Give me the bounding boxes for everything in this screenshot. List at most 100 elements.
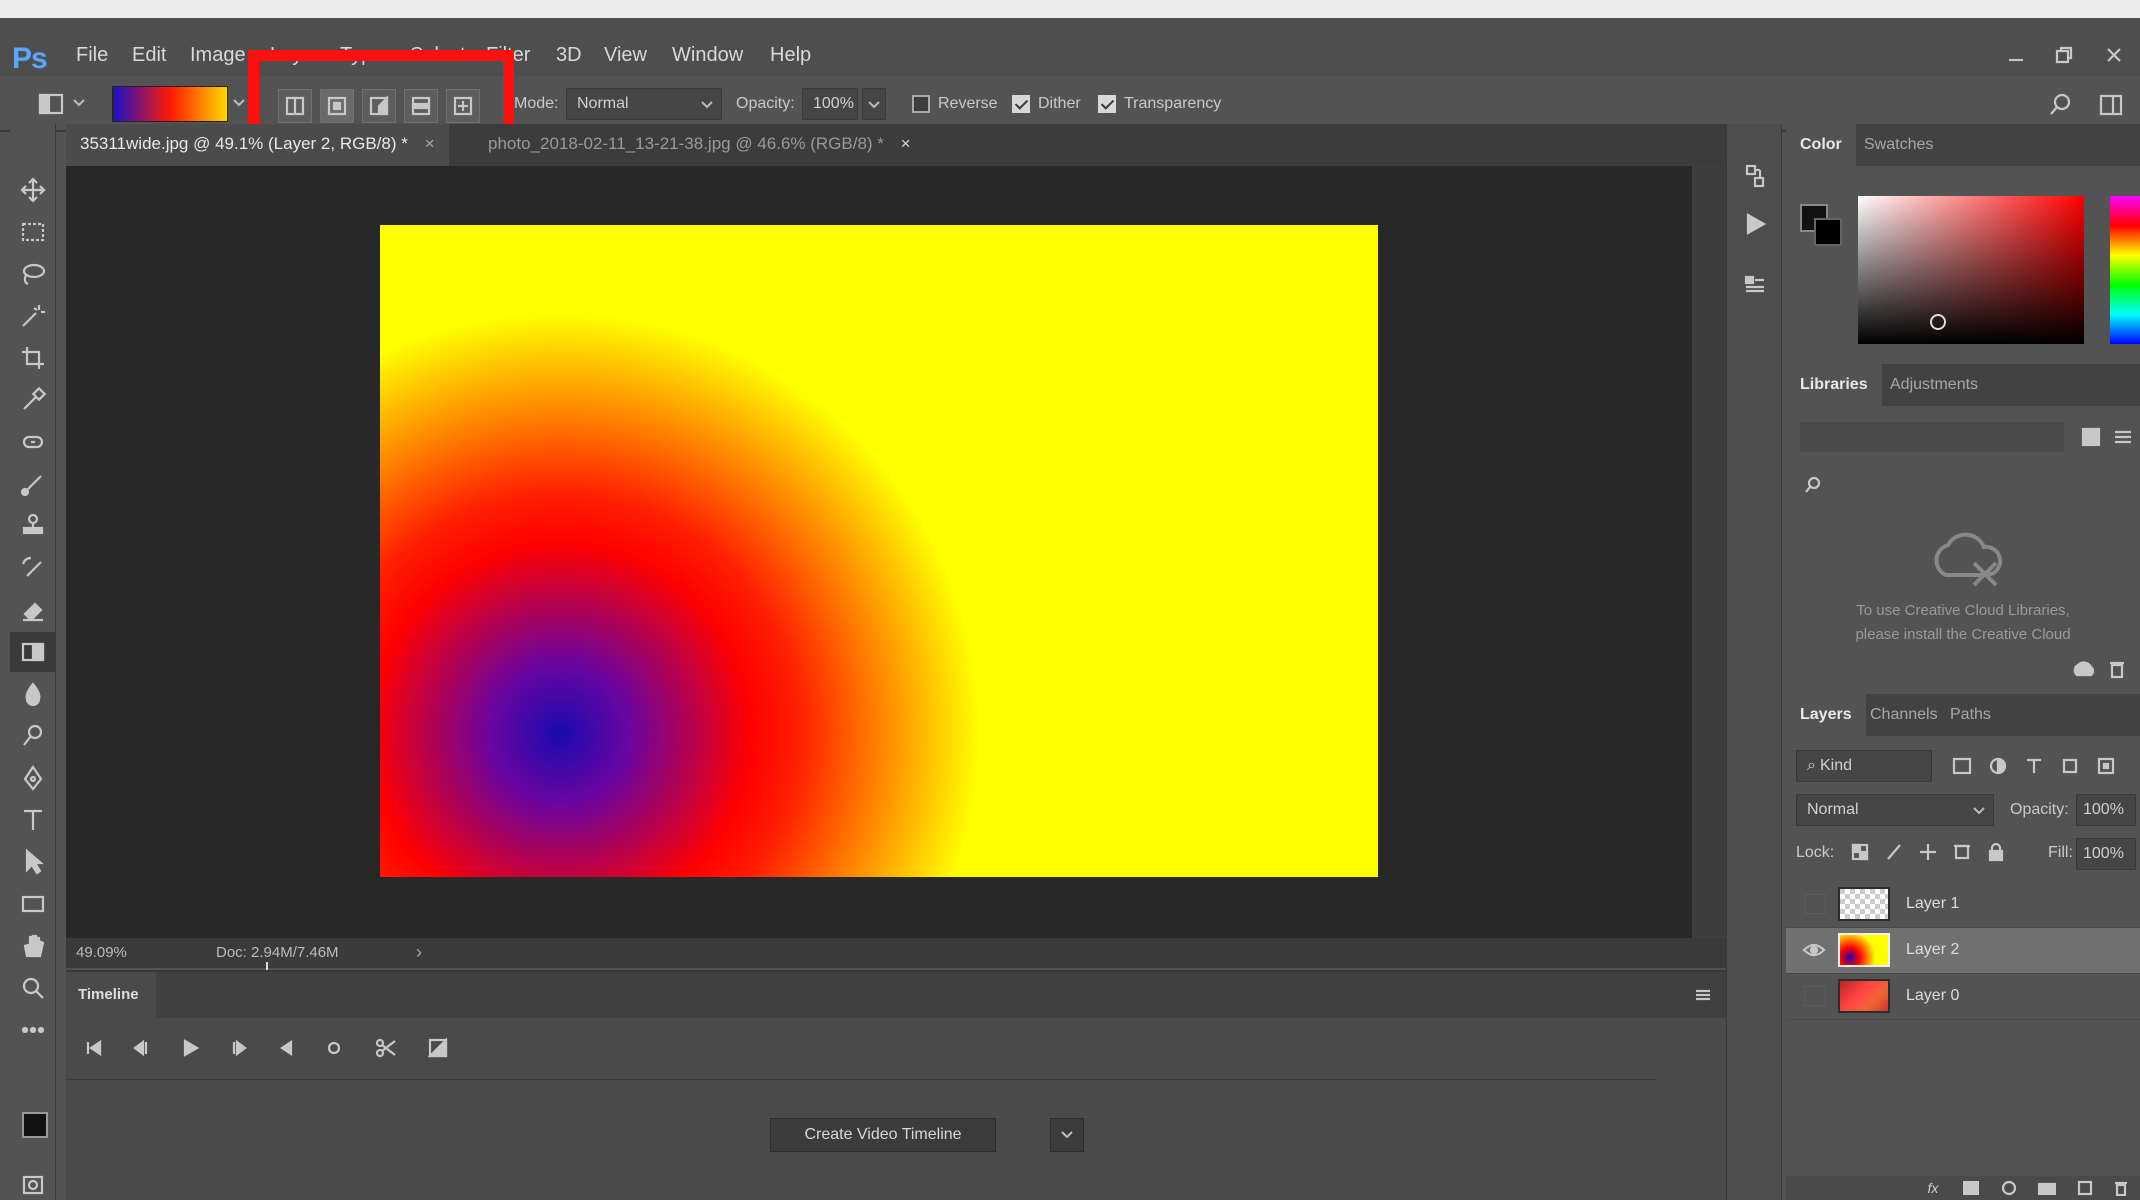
grid-view-icon[interactable] — [2076, 422, 2106, 452]
audio-icon[interactable] — [270, 1032, 302, 1064]
tab-libraries[interactable]: Libraries — [1786, 364, 1882, 406]
eyedropper-icon[interactable] — [10, 380, 56, 420]
panel-menu-icon[interactable] — [1690, 982, 1716, 1008]
tab-adjustments[interactable]: Adjustments — [1876, 364, 1992, 406]
create-video-timeline-button[interactable]: Create Video Timeline — [770, 1118, 996, 1152]
next-frame-icon[interactable] — [222, 1032, 254, 1064]
vertical-scrollbar[interactable] — [1692, 166, 1726, 968]
lock-pixels-icon[interactable] — [1880, 838, 1908, 866]
eye-icon[interactable] — [1800, 940, 1828, 960]
properties-icon[interactable] — [1739, 266, 1771, 302]
actions-play-icon[interactable] — [1739, 206, 1771, 242]
filter-pixel-icon[interactable] — [1948, 752, 1976, 780]
play-icon[interactable] — [174, 1032, 206, 1064]
opacity-dropdown[interactable] — [862, 88, 886, 120]
visibility-toggle[interactable] — [1804, 894, 1826, 914]
menu-file[interactable]: File — [76, 44, 108, 67]
settings-icon[interactable] — [318, 1032, 350, 1064]
healing-brush-icon[interactable] — [10, 422, 56, 462]
reflected-gradient-icon[interactable] — [404, 89, 438, 123]
menu-help[interactable]: Help — [770, 44, 811, 67]
scissors-icon[interactable] — [370, 1032, 402, 1064]
rectangle-tool-icon[interactable] — [10, 884, 56, 924]
hand-tool-icon[interactable] — [10, 926, 56, 966]
filter-type-icon[interactable] — [2020, 752, 2048, 780]
filter-shape-icon[interactable] — [2056, 752, 2084, 780]
type-tool-icon[interactable] — [10, 800, 56, 840]
chevron-right-icon[interactable]: › — [416, 942, 422, 963]
blend-mode-select[interactable]: Normal — [1796, 794, 1994, 826]
path-selection-icon[interactable] — [10, 842, 56, 882]
lock-transparent-icon[interactable] — [1846, 838, 1874, 866]
list-view-icon[interactable] — [2108, 422, 2138, 452]
layer-row-selected[interactable]: Layer 2 — [1786, 928, 2140, 974]
transition-icon[interactable] — [422, 1032, 454, 1064]
history-brush-icon[interactable] — [10, 548, 56, 588]
tab-color[interactable]: Color — [1786, 124, 1856, 166]
first-frame-icon[interactable] — [78, 1032, 110, 1064]
move-tool-icon[interactable] — [10, 170, 56, 210]
close-icon[interactable] — [2096, 40, 2132, 70]
background-color-swatch[interactable] — [1814, 218, 1842, 246]
chevron-down-icon[interactable] — [232, 98, 246, 108]
previous-frame-icon[interactable] — [126, 1032, 158, 1064]
layer-row[interactable]: Layer 0 — [1786, 974, 2140, 1020]
cc-sync-icon[interactable] — [2068, 654, 2098, 684]
tab-layers[interactable]: Layers — [1786, 694, 1866, 736]
document-tab[interactable]: photo_2018-02-11_13-21-38.jpg @ 46.6% (R… — [474, 124, 925, 166]
magic-wand-icon[interactable] — [10, 296, 56, 336]
opacity-input[interactable]: 100% — [802, 88, 858, 120]
fx-icon[interactable]: fx — [1922, 1178, 1944, 1198]
menu-view[interactable]: View — [604, 44, 647, 67]
layer-row[interactable]: Layer 1 — [1786, 882, 2140, 928]
add-mask-icon[interactable] — [1960, 1178, 1982, 1198]
search-icon[interactable] — [1800, 472, 1826, 498]
hue-slider[interactable] — [2110, 196, 2140, 344]
minimize-icon[interactable] — [1998, 40, 2034, 70]
zoom-level[interactable]: 49.09% — [76, 944, 127, 961]
tab-paths[interactable]: Paths — [1936, 694, 2005, 736]
lock-artboard-icon[interactable] — [1948, 838, 1976, 866]
crop-tool-icon[interactable] — [10, 338, 56, 378]
menu-image[interactable]: Image — [190, 44, 246, 67]
stamp-tool-icon[interactable] — [10, 506, 56, 546]
linear-gradient-icon[interactable] — [278, 89, 312, 123]
marquee-tool-icon[interactable] — [10, 212, 56, 252]
new-layer-icon[interactable] — [2074, 1178, 2096, 1198]
new-adjustment-icon[interactable] — [1998, 1178, 2020, 1198]
lock-all-icon[interactable] — [1982, 838, 2010, 866]
filter-smart-object-icon[interactable] — [2092, 752, 2120, 780]
layer-opacity-input[interactable]: 100% — [2076, 794, 2136, 826]
foreground-color-swatch[interactable] — [22, 1112, 48, 1138]
filter-adjustment-icon[interactable] — [1984, 752, 2012, 780]
lasso-tool-icon[interactable] — [10, 254, 56, 294]
diamond-gradient-icon[interactable] — [446, 89, 480, 123]
close-tab-icon[interactable]: × — [425, 134, 435, 153]
new-group-icon[interactable] — [2036, 1178, 2058, 1198]
search-icon[interactable] — [2044, 88, 2078, 122]
pen-tool-icon[interactable] — [10, 758, 56, 798]
chevron-down-icon[interactable] — [72, 98, 86, 108]
dither-checkbox[interactable] — [1012, 95, 1030, 113]
close-tab-icon[interactable]: × — [901, 134, 911, 153]
menu-edit[interactable]: Edit — [132, 44, 166, 67]
more-tools-icon[interactable] — [10, 1010, 56, 1050]
restore-icon[interactable] — [2046, 40, 2082, 70]
fill-input[interactable]: 100% — [2076, 838, 2136, 870]
chevron-down-icon[interactable] — [1050, 1118, 1084, 1152]
zoom-tool-icon[interactable] — [10, 968, 56, 1008]
layer-filter-select[interactable]: ⌕ Kind — [1796, 750, 1932, 782]
lock-position-icon[interactable] — [1914, 838, 1942, 866]
angle-gradient-icon[interactable] — [362, 89, 396, 123]
color-field[interactable] — [1858, 196, 2084, 344]
visibility-toggle[interactable] — [1804, 986, 1826, 1006]
dodge-tool-icon[interactable] — [10, 716, 56, 756]
quick-mask-icon[interactable] — [18, 1170, 48, 1200]
delete-layer-icon[interactable] — [2110, 1178, 2132, 1198]
document-tab-active[interactable]: 35311wide.jpg @ 49.1% (Layer 2, RGB/8) *… — [66, 124, 449, 166]
reverse-checkbox[interactable] — [912, 95, 930, 113]
radial-gradient-icon[interactable] — [320, 89, 354, 123]
mode-select[interactable]: Normal — [566, 88, 722, 120]
tool-preset-icon[interactable] — [32, 88, 72, 120]
transparency-checkbox[interactable] — [1098, 95, 1116, 113]
